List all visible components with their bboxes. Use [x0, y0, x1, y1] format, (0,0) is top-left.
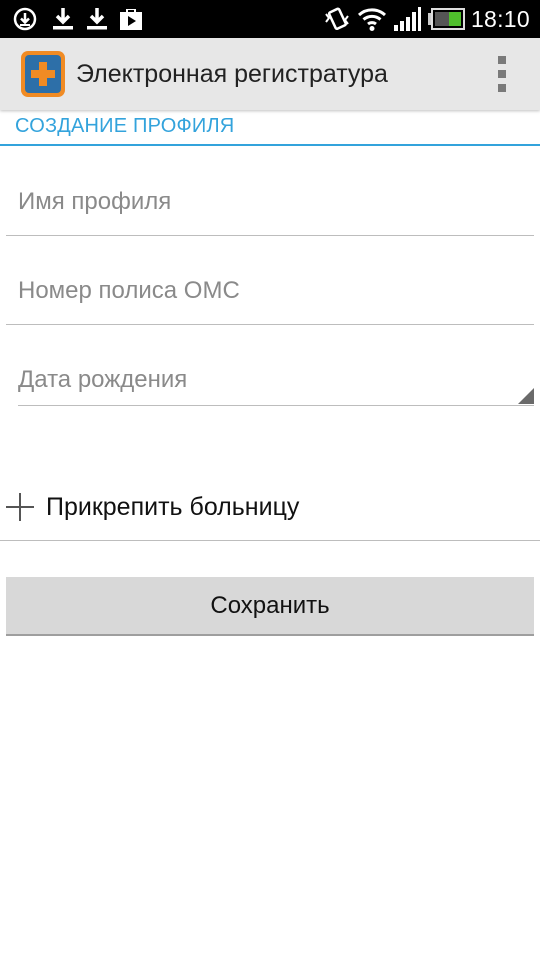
- battery-icon: [427, 8, 465, 30]
- signal-icon: [393, 7, 421, 31]
- overflow-menu-icon[interactable]: [492, 56, 512, 92]
- vibrate-icon: [325, 7, 349, 31]
- status-bar: 18:10: [0, 0, 540, 38]
- attach-divider: [0, 540, 540, 541]
- action-bar: Электронная регистратура: [0, 38, 540, 110]
- wifi-icon: [357, 8, 386, 31]
- field-underline: [6, 324, 534, 325]
- save-button[interactable]: Сохранить: [6, 577, 534, 636]
- status-time: 18:10: [470, 5, 530, 32]
- spinner-arrow-icon: [518, 388, 534, 404]
- download-icon: [87, 8, 107, 30]
- status-right-icons: 18:10: [323, 0, 540, 38]
- field-underline: [6, 235, 534, 236]
- sync-download-icon: [13, 7, 37, 31]
- section-header: СОЗДАНИЕ ПРОФИЛЯ: [15, 115, 235, 137]
- birth-date-spinner[interactable]: Дата рождения: [18, 358, 534, 406]
- profile-name-field[interactable]: [6, 176, 534, 236]
- section-divider: [0, 144, 540, 146]
- profile-name-input[interactable]: [18, 176, 518, 228]
- play-store-icon: [120, 9, 142, 30]
- policy-number-input[interactable]: [18, 265, 518, 317]
- app-title: Электронная регистратура: [76, 60, 388, 88]
- attach-hospital-label: Прикрепить больницу: [46, 493, 300, 521]
- birth-date-placeholder: Дата рождения: [18, 366, 188, 393]
- plus-icon: [6, 493, 34, 521]
- policy-number-field[interactable]: [6, 265, 534, 325]
- status-left-icons: [0, 0, 144, 38]
- attach-hospital-row[interactable]: Прикрепить больницу: [0, 480, 540, 540]
- field-underline: [18, 405, 534, 406]
- medical-plus-app-icon[interactable]: [20, 50, 66, 98]
- download-icon: [53, 8, 73, 30]
